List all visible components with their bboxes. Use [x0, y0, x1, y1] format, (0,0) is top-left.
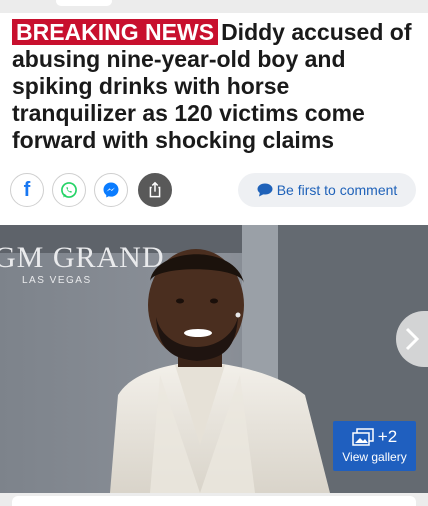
article-photo[interactable]: GM GRAND LAS VEGAS +2 View gallery — [0, 225, 428, 493]
comment-label: Be first to comment — [276, 182, 398, 198]
whatsapp-icon — [61, 182, 77, 198]
next-card-edge — [12, 496, 416, 506]
native-share-button[interactable] — [138, 173, 172, 207]
messenger-icon — [103, 182, 119, 198]
gallery-count: +2 — [377, 427, 398, 446]
article-headline[interactable]: BREAKING NEWS Diddy accused of abusing ni… — [12, 19, 416, 154]
facebook-share-button[interactable]: f — [10, 173, 44, 207]
view-gallery-button[interactable]: +2 View gallery — [333, 421, 416, 471]
article-card: BREAKING NEWS Diddy accused of abusing ni… — [0, 13, 428, 493]
gallery-label: View gallery — [342, 450, 407, 464]
breaking-news-badge: BREAKING NEWS — [12, 19, 219, 45]
chevron-right-icon — [405, 327, 420, 351]
facebook-icon: f — [23, 178, 31, 201]
comment-button[interactable]: Be first to comment — [238, 173, 416, 207]
gallery-icon — [352, 428, 374, 446]
backdrop-location-text: LAS VEGAS — [22, 275, 92, 286]
whatsapp-share-button[interactable] — [52, 173, 86, 207]
top-strip — [0, 0, 428, 13]
speech-bubble-icon — [257, 183, 273, 197]
share-icon — [149, 181, 161, 198]
messenger-share-button[interactable] — [94, 173, 128, 207]
backdrop-logo-text: GM GRAND — [0, 241, 165, 274]
previous-card-edge — [56, 0, 112, 6]
